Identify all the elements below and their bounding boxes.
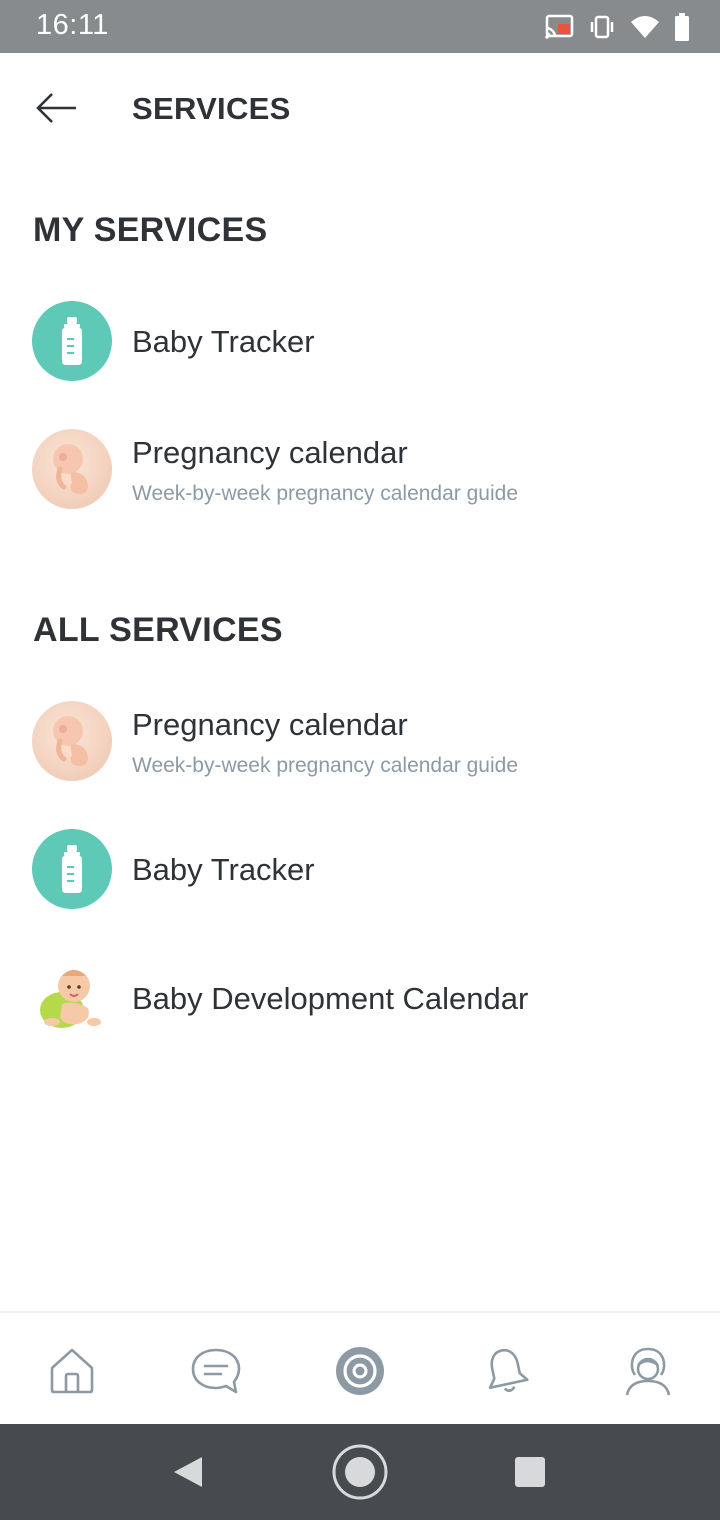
triangle-back-icon (174, 1457, 202, 1487)
service-subtitle: Week-by-week pregnancy calendar guide (132, 754, 518, 777)
status-time: 16:11 (36, 9, 109, 41)
back-button[interactable] (30, 85, 82, 131)
home-icon (50, 1348, 94, 1394)
my-service-pregnancy-calendar[interactable]: Pregnancy calendar Week-by-week pregnanc… (0, 419, 720, 519)
embryo-icon (32, 701, 112, 781)
chat-icon (191, 1348, 241, 1394)
status-icons (544, 12, 690, 42)
cast-icon (544, 14, 574, 40)
wifi-icon (630, 14, 660, 40)
my-service-baby-tracker[interactable]: Baby Tracker (0, 291, 720, 391)
system-recents-button[interactable] (500, 1442, 560, 1502)
service-title: Pregnancy calendar (132, 707, 408, 742)
all-service-baby-tracker[interactable]: Baby Tracker (0, 819, 720, 919)
all-services-title: ALL SERVICES (33, 611, 283, 649)
baby-crawling-icon (32, 958, 112, 1038)
header: SERVICES (0, 53, 720, 165)
battery-icon (674, 13, 690, 41)
my-services-title: MY SERVICES (33, 211, 268, 249)
circle-home-icon (332, 1444, 388, 1500)
android-navigation-bar (0, 1424, 720, 1520)
page-title: SERVICES (132, 91, 291, 126)
bottom-nav (0, 1311, 720, 1426)
system-back-button[interactable] (158, 1442, 218, 1502)
service-title: Baby Tracker (132, 852, 315, 887)
service-subtitle: Week-by-week pregnancy calendar guide (132, 482, 518, 505)
nav-home[interactable] (42, 1341, 102, 1401)
services-target-icon (336, 1347, 384, 1395)
service-title: Pregnancy calendar (132, 435, 408, 470)
service-title: Baby Tracker (132, 324, 315, 359)
nav-notifications[interactable] (476, 1341, 536, 1401)
baby-bottle-icon (32, 301, 112, 381)
service-title: Baby Development Calendar (132, 981, 529, 1016)
all-service-pregnancy-calendar[interactable]: Pregnancy calendar Week-by-week pregnanc… (0, 691, 720, 791)
all-service-baby-development-calendar[interactable]: Baby Development Calendar (0, 948, 720, 1048)
profile-icon (625, 1347, 671, 1396)
square-recents-icon (515, 1457, 545, 1487)
system-home-button[interactable] (330, 1442, 390, 1502)
vibrate-icon (588, 14, 616, 40)
baby-bottle-icon (32, 829, 112, 909)
embryo-icon (32, 429, 112, 509)
status-bar: 16:11 (0, 0, 720, 53)
nav-chat[interactable] (186, 1341, 246, 1401)
nav-profile[interactable] (618, 1341, 678, 1401)
arrow-left-icon (36, 93, 76, 123)
bell-icon (488, 1348, 529, 1392)
nav-services[interactable] (330, 1341, 390, 1401)
